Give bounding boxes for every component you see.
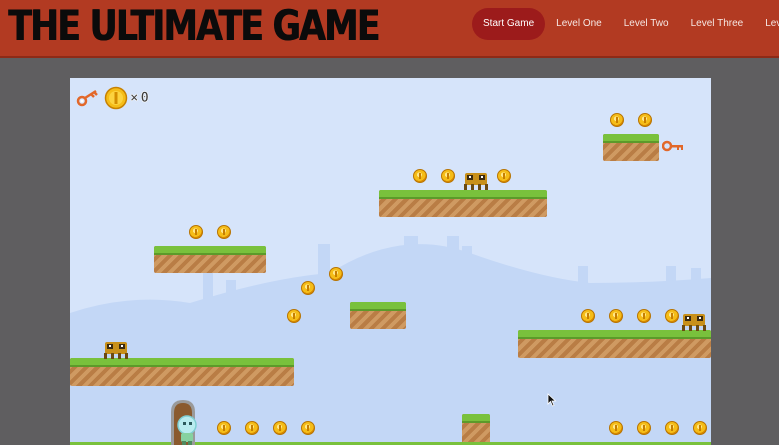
coin bbox=[609, 309, 623, 323]
enemy-icon bbox=[682, 314, 706, 331]
coin bbox=[441, 169, 455, 183]
platform bbox=[350, 302, 406, 329]
coin bbox=[693, 421, 707, 435]
platform bbox=[154, 246, 266, 273]
coin-icon bbox=[104, 86, 128, 110]
coin bbox=[287, 309, 301, 323]
coin bbox=[497, 169, 511, 183]
coin bbox=[637, 421, 651, 435]
coin bbox=[610, 113, 624, 127]
platform bbox=[518, 330, 711, 358]
main-nav: Start Game Level One Level Two Level Thr… bbox=[472, 8, 779, 40]
nav-start-game[interactable]: Start Game bbox=[472, 8, 546, 40]
coin-count: 0 bbox=[140, 90, 149, 107]
player-icon bbox=[177, 415, 197, 445]
nav-level-two[interactable]: Level Two bbox=[613, 8, 680, 40]
coin bbox=[413, 169, 427, 183]
coin bbox=[609, 421, 623, 435]
game-canvas[interactable]: × 0 bbox=[70, 78, 711, 445]
platform bbox=[603, 134, 659, 161]
coin bbox=[217, 421, 231, 435]
hud: × 0 bbox=[76, 86, 149, 110]
nav-level-four[interactable]: Level Four bbox=[754, 8, 779, 40]
coin bbox=[329, 267, 343, 281]
top-bar: THE ULTIMATE GAME Start Game Level One L… bbox=[0, 0, 779, 58]
platform bbox=[70, 358, 294, 386]
coin bbox=[637, 309, 651, 323]
coin bbox=[217, 225, 231, 239]
nav-level-one[interactable]: Level One bbox=[545, 8, 613, 40]
enemy-icon bbox=[104, 342, 128, 359]
coin bbox=[581, 309, 595, 323]
coin bbox=[301, 421, 315, 435]
game-title: THE ULTIMATE GAME bbox=[8, 1, 380, 50]
coin bbox=[665, 421, 679, 435]
platform bbox=[462, 414, 490, 445]
nav-level-three[interactable]: Level Three bbox=[680, 8, 755, 40]
coin-multiplier: × bbox=[130, 90, 139, 107]
coin bbox=[189, 225, 203, 239]
coin bbox=[301, 281, 315, 295]
coin bbox=[665, 309, 679, 323]
coin bbox=[245, 421, 259, 435]
coin bbox=[273, 421, 287, 435]
key-pickup-icon bbox=[662, 140, 683, 152]
coin bbox=[638, 113, 652, 127]
enemy-icon bbox=[464, 173, 488, 190]
mouse-cursor-icon bbox=[547, 393, 557, 407]
platform bbox=[379, 190, 547, 217]
key-icon bbox=[76, 89, 98, 107]
